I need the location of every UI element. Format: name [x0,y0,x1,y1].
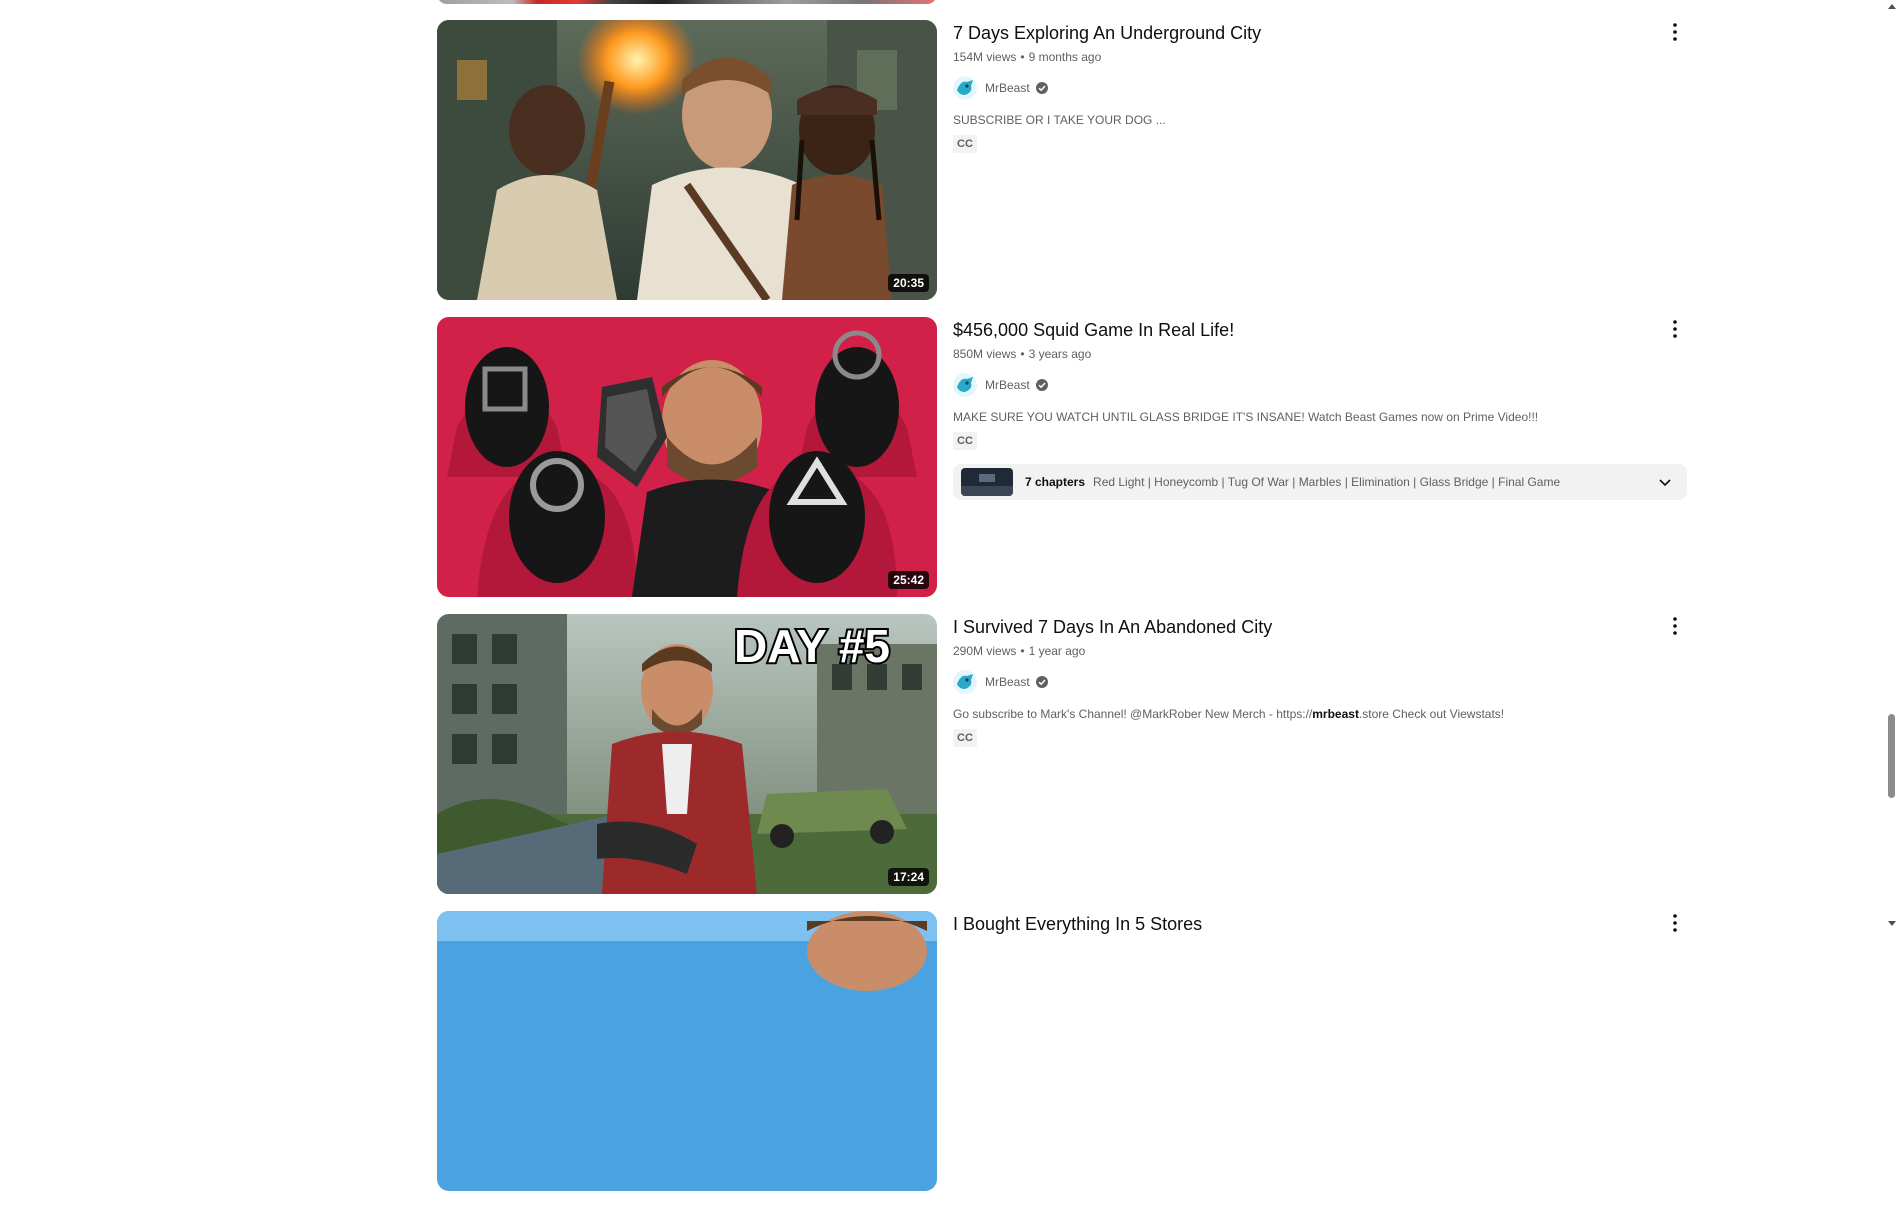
more-vert-icon [1673,23,1677,41]
upload-age: 1 year ago [1028,644,1086,658]
chapters-count: 7 chapters [1025,475,1086,489]
description-text: .store Check out Viewstats! [1358,707,1505,721]
thumbnail-image [437,317,937,597]
cc-badge: CC [953,729,977,747]
chapters-list: Red Light | Honeycomb | Tug Of War | Mar… [1093,475,1561,489]
thumbnail-image [437,911,937,1191]
chapter-thumbnail [961,468,1013,496]
channel-link[interactable]: MrBeast [953,76,1687,100]
video-thumbnail[interactable] [437,911,937,1191]
previous-video-thumbnail-edge[interactable] [437,0,937,4]
cc-badge: CC [953,432,977,450]
verified-check-icon [1035,81,1049,95]
channel-name[interactable]: MrBeast [985,675,1030,689]
view-count: 290M views [953,644,1017,658]
video-metadata: 290M views • 1 year ago [953,642,1687,660]
description-text: Go subscribe to Mark's Channel! @MarkRob… [953,707,1313,721]
thumbnail-image: DAY #5 [437,614,937,894]
channel-link[interactable]: MrBeast [953,373,1687,397]
chevron-down-icon[interactable] [1653,470,1677,494]
video-info: $456,000 Squid Game In Real Life! 850M v… [953,317,1687,500]
more-vert-icon [1673,914,1677,932]
scroll-up-arrow-icon[interactable] [1888,4,1896,9]
more-vert-icon [1673,320,1677,338]
video-thumbnail[interactable]: 25:42 [437,317,937,597]
video-description: MAKE SURE YOU WATCH UNTIL GLASS BRIDGE I… [953,410,1539,424]
video-info: I Bought Everything In 5 Stores [953,911,1687,937]
upload-age: 9 months ago [1028,50,1102,64]
chapters-panel[interactable]: 7 chapters Red Light | Honeycomb | Tug O… [953,464,1687,500]
page-scrollbar[interactable] [1886,0,1898,930]
video-result: DAY #5 17:24 I Survived 7 Days In An Aba… [437,614,1687,894]
video-result: 25:42 $456,000 Squid Game In Real Life! … [437,317,1687,597]
channel-avatar[interactable] [953,76,977,100]
channel-name[interactable]: MrBeast [985,81,1030,95]
thumbnail-image [437,20,937,300]
action-menu-button[interactable] [1663,614,1687,638]
search-results-list: 20:35 7 Days Exploring An Underground Ci… [437,20,1687,1208]
meta-separator: • [1020,50,1025,64]
video-title-link[interactable]: $456,000 Squid Game In Real Life! [953,317,1687,343]
meta-separator: • [1020,347,1025,361]
action-menu-button[interactable] [1663,317,1687,341]
more-vert-icon [1673,617,1677,635]
meta-separator: • [1020,644,1025,658]
video-result: I Bought Everything In 5 Stores [437,911,1687,1191]
video-result: 20:35 7 Days Exploring An Underground Ci… [437,20,1687,300]
thumbnail-overlay-text: DAY #5 [734,620,890,672]
upload-age: 3 years ago [1028,347,1092,361]
action-menu-button[interactable] [1663,911,1687,935]
verified-check-icon [1035,675,1049,689]
verified-check-icon [1035,378,1049,392]
video-description: Go subscribe to Mark's Channel! @MarkRob… [953,705,1687,723]
video-title-link[interactable]: I Bought Everything In 5 Stores [953,911,1687,937]
video-metadata: 154M views • 9 months ago [953,48,1687,66]
action-menu-button[interactable] [1663,20,1687,44]
video-duration: 17:24 [888,868,929,886]
cc-badge: CC [953,135,977,153]
video-thumbnail[interactable]: DAY #5 17:24 [437,614,937,894]
video-title-link[interactable]: I Survived 7 Days In An Abandoned City [953,614,1687,640]
scrollbar-thumb[interactable] [1888,714,1895,798]
video-thumbnail[interactable]: 20:35 [437,20,937,300]
channel-link[interactable]: MrBeast [953,670,1687,694]
video-description: SUBSCRIBE OR I TAKE YOUR DOG ... [953,113,1166,127]
video-title-link[interactable]: 7 Days Exploring An Underground City [953,20,1687,46]
channel-avatar[interactable] [953,373,977,397]
view-count: 154M views [953,50,1017,64]
scroll-down-arrow-icon[interactable] [1888,921,1896,926]
video-info: 7 Days Exploring An Underground City 154… [953,20,1687,153]
video-info: I Survived 7 Days In An Abandoned City 2… [953,614,1687,747]
video-metadata: 850M views • 3 years ago [953,345,1687,363]
description-highlight: mrbeast [1312,707,1359,721]
channel-name[interactable]: MrBeast [985,378,1030,392]
view-count: 850M views [953,347,1017,361]
video-duration: 20:35 [888,274,929,292]
channel-avatar[interactable] [953,670,977,694]
video-duration: 25:42 [888,571,929,589]
